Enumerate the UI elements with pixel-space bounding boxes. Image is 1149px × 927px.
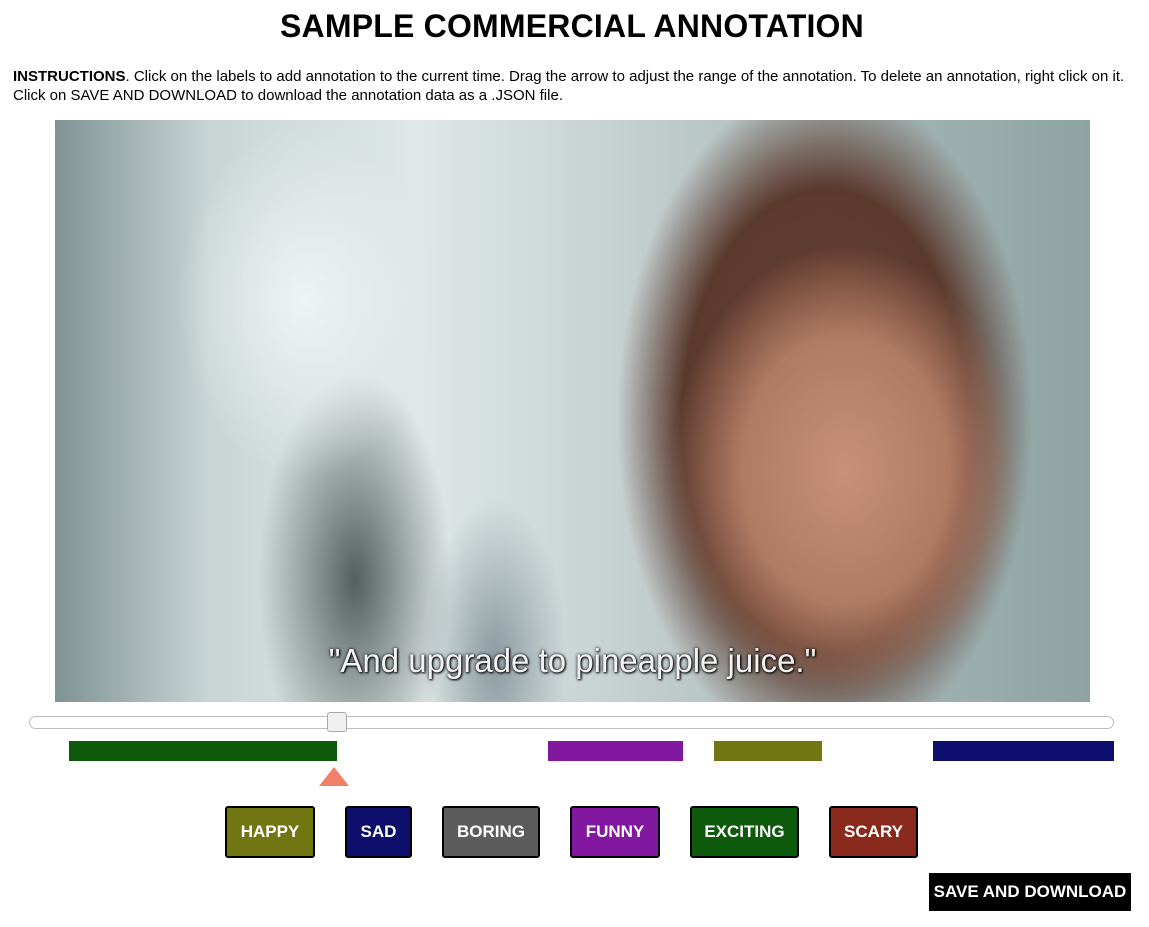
slider-thumb[interactable] <box>327 712 347 732</box>
label-funny-button[interactable]: FUNNY <box>570 806 660 858</box>
page-title: SAMPLE COMMERCIAL ANNOTATION <box>280 8 864 44</box>
range-arrow-handle[interactable] <box>319 767 349 786</box>
instructions-text: . Click on the labels to add annotation … <box>13 68 1125 104</box>
label-exciting-button[interactable]: EXCITING <box>690 806 799 858</box>
save-and-download-button[interactable]: SAVE AND DOWNLOAD <box>929 873 1131 911</box>
instructions-label: INSTRUCTIONS <box>13 68 126 85</box>
video-subtitle: "And upgrade to pineapple juice." <box>328 642 817 679</box>
instructions: INSTRUCTIONS. Click on the labels to add… <box>13 67 1138 105</box>
annotation-segment-exciting[interactable] <box>69 741 337 761</box>
annotation-track <box>0 741 1149 761</box>
annotation-segment-happy[interactable] <box>714 741 822 761</box>
label-sad-button[interactable]: SAD <box>345 806 412 858</box>
video-seek-slider[interactable] <box>29 716 1114 729</box>
annotation-segment-sad[interactable] <box>933 741 1114 761</box>
label-boring-button[interactable]: BORING <box>442 806 540 858</box>
annotation-segment-funny[interactable] <box>548 741 683 761</box>
video-player[interactable]: "And upgrade to pineapple juice." <box>55 120 1090 702</box>
label-happy-button[interactable]: HAPPY <box>225 806 315 858</box>
label-scary-button[interactable]: SCARY <box>829 806 918 858</box>
